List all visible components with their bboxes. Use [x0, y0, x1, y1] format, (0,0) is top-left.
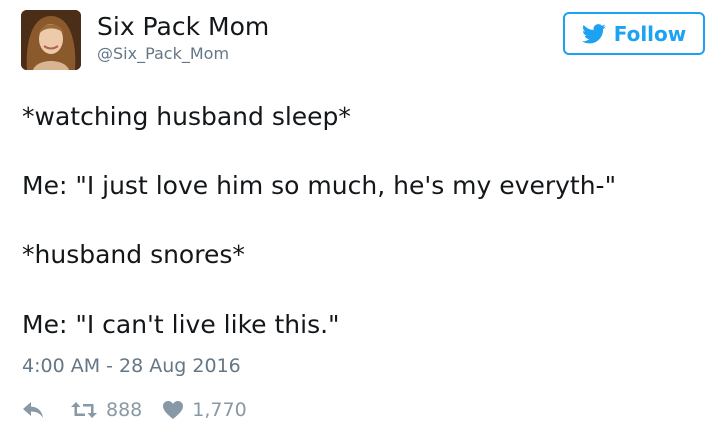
like-button[interactable]: 1,770: [162, 399, 247, 421]
retweet-count: 888: [106, 399, 143, 421]
avatar[interactable]: [21, 10, 81, 70]
twitter-bird-icon: [581, 23, 606, 43]
tweet-timestamp[interactable]: 4:00 AM - 28 Aug 2016: [22, 354, 241, 378]
retweet-icon: [71, 402, 97, 418]
reply-icon: [23, 402, 43, 418]
heart-icon: [163, 401, 184, 419]
tweet-line: Me: "I can't live like this.": [22, 310, 340, 339]
reply-button[interactable]: [22, 401, 44, 419]
tweet-line: *watching husband sleep*: [22, 102, 351, 131]
tweet-line: Me: "I just love him so much, he's my ev…: [22, 171, 617, 200]
user-handle[interactable]: @Six_Pack_Mom: [97, 45, 229, 63]
tweet-actions: 888 1,770: [22, 396, 247, 424]
like-count: 1,770: [192, 399, 247, 421]
tweet-card: Six Pack Mom @Six_Pack_Mom Follow *watch…: [0, 0, 728, 437]
display-name[interactable]: Six Pack Mom: [97, 12, 269, 42]
tweet-line: *husband snores*: [22, 240, 245, 269]
follow-label: Follow: [613, 21, 687, 46]
retweet-button[interactable]: 888: [70, 399, 142, 421]
follow-button[interactable]: Follow: [563, 12, 705, 55]
